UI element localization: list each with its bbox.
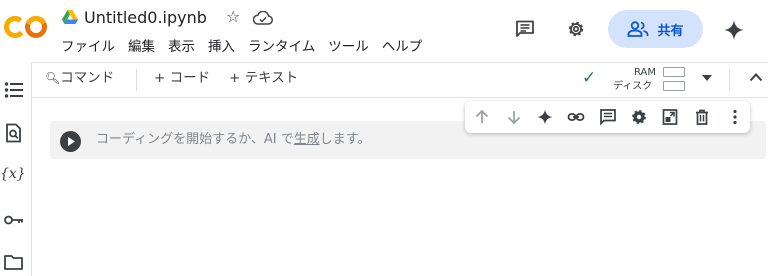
- placeholder-text: コーディングを開始するか、AI で: [96, 132, 294, 147]
- gear-icon[interactable]: [630, 108, 648, 126]
- colab-logo[interactable]: [4, 14, 48, 40]
- resource-monitor[interactable]: RAM ディスク: [611, 64, 687, 94]
- ram-label: RAM: [634, 67, 657, 78]
- disk-label: ディスク: [613, 81, 653, 92]
- ram-usage-bar: [663, 67, 685, 77]
- gemini-sparkle-icon[interactable]: [723, 19, 745, 41]
- command-label: コマンド: [60, 70, 115, 86]
- table-of-contents-icon[interactable]: [3, 80, 25, 100]
- play-icon: [68, 137, 75, 146]
- share-label: 共有: [657, 23, 684, 39]
- toolbar-divider: [729, 69, 730, 91]
- menu-bar: ファイル 編集 表示 挿入 ランタイム ツール ヘルプ: [61, 38, 435, 56]
- menu-runtime[interactable]: ランタイム: [248, 38, 315, 56]
- variables-icon[interactable]: {𝑥}: [0, 166, 26, 182]
- gear-icon[interactable]: [566, 19, 586, 39]
- menu-view[interactable]: 表示: [168, 38, 195, 56]
- comment-icon[interactable]: [599, 108, 617, 126]
- share-button[interactable]: 共有: [608, 10, 703, 48]
- gemini-sparkle-icon[interactable]: [536, 108, 554, 126]
- menu-file[interactable]: ファイル: [61, 38, 115, 56]
- chevron-up-icon[interactable]: [749, 72, 763, 82]
- more-vert-icon[interactable]: [726, 108, 744, 126]
- link-icon[interactable]: [567, 108, 585, 126]
- comment-icon[interactable]: [515, 20, 535, 38]
- add-text-button[interactable]: + テキスト: [229, 68, 298, 88]
- cell-input-placeholder[interactable]: コーディングを開始するか、AI で生成します。: [96, 131, 370, 149]
- mirror-in-tab-icon[interactable]: [661, 108, 679, 126]
- notebook-title[interactable]: Untitled0.ipynb: [84, 8, 207, 28]
- connected-check-icon: ✓: [582, 68, 597, 88]
- caret-down-icon[interactable]: [701, 74, 713, 82]
- menu-insert[interactable]: 挿入: [208, 38, 235, 56]
- generate-link[interactable]: 生成: [294, 132, 320, 147]
- people-icon: [628, 21, 649, 37]
- menu-help[interactable]: ヘルプ: [382, 38, 423, 56]
- folder-icon[interactable]: [3, 252, 25, 272]
- add-code-button[interactable]: + コード: [154, 68, 210, 88]
- menu-tools[interactable]: ツール: [328, 38, 369, 56]
- star-icon[interactable]: ☆: [226, 7, 240, 27]
- run-cell-button[interactable]: [60, 131, 81, 152]
- find-icon[interactable]: [3, 123, 25, 143]
- cloud-saved-icon[interactable]: [253, 11, 273, 25]
- trash-icon[interactable]: [693, 108, 711, 126]
- key-icon[interactable]: [3, 210, 25, 230]
- google-drive-icon: [62, 10, 78, 24]
- search-icon: 🔍︎: [45, 71, 61, 85]
- move-up-icon[interactable]: [473, 108, 491, 126]
- disk-usage-bar: [663, 81, 685, 91]
- placeholder-text-end: します。: [319, 132, 371, 147]
- toolbar-divider: [136, 69, 137, 91]
- move-down-icon[interactable]: [505, 108, 523, 126]
- menu-edit[interactable]: 編集: [128, 38, 155, 56]
- command-palette-button[interactable]: 🔍︎コマンド: [45, 68, 114, 88]
